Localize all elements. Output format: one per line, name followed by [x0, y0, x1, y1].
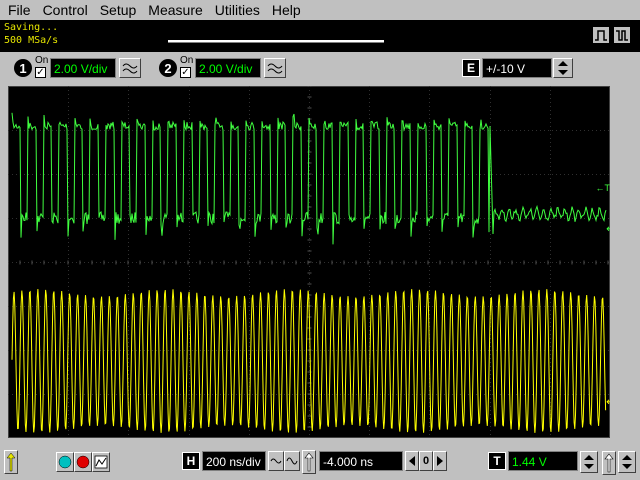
up-arrow-icon: [304, 452, 314, 472]
external-badge[interactable]: E: [462, 59, 480, 77]
status-message: Saving...: [4, 22, 59, 33]
right-arrow-icon: [437, 456, 443, 466]
channel-1-coupling-button[interactable]: [119, 58, 141, 78]
external-range-field[interactable]: +/-10 V: [482, 58, 552, 78]
stop-icon: [76, 455, 90, 469]
pulse-mode-button[interactable]: [592, 26, 610, 44]
channel-1-scale-field[interactable]: 2.00 V/div: [50, 58, 116, 78]
trigger-level-field[interactable]: 1.44 V: [508, 451, 578, 471]
trigger-level-spinner[interactable]: [580, 451, 598, 473]
spinner-arrows-icon: [622, 455, 632, 469]
waveform-mode-button[interactable]: [613, 26, 631, 44]
waveform-display[interactable]: ←T ↲ ↲: [8, 86, 610, 438]
menu-setup[interactable]: Setup: [94, 0, 143, 20]
spinner-arrows-icon: [558, 61, 568, 75]
coupling-icon: [122, 63, 138, 74]
channel-2-badge[interactable]: 2: [159, 59, 177, 77]
channel-2-coupling-button[interactable]: [264, 58, 286, 78]
trigger-slope-spinner[interactable]: [618, 451, 636, 473]
trigger-badge[interactable]: T: [488, 452, 506, 470]
stop-button[interactable]: [74, 452, 92, 472]
position-right-button[interactable]: [433, 451, 447, 471]
position-left-button[interactable]: [405, 451, 419, 471]
channel-2-scale-field[interactable]: 2.00 V/div: [195, 58, 261, 78]
horizontal-fine-button[interactable]: [268, 451, 284, 471]
spinner-arrows-icon: [584, 455, 594, 469]
single-icon: [94, 455, 108, 469]
channel-2-ground-marker: ↲: [605, 395, 610, 407]
menu-help[interactable]: Help: [266, 0, 307, 20]
menu-bar: File Control Setup Measure Utilities Hel…: [0, 0, 640, 20]
menu-utilities[interactable]: Utilities: [209, 0, 266, 20]
single-button[interactable]: [92, 452, 110, 472]
channel-1-on-checkbox[interactable]: ✓: [35, 67, 46, 78]
menu-file[interactable]: File: [0, 0, 37, 20]
wave-small-icon: [270, 458, 282, 464]
waveform-svg: ←T ↲ ↲: [8, 86, 610, 438]
left-arrow-icon: [409, 456, 415, 466]
run-icon: [58, 455, 72, 469]
sample-rate: 500 MSa/s: [4, 35, 59, 46]
up-arrow-icon: [6, 452, 16, 472]
trigger-level-arrow[interactable]: [602, 451, 616, 475]
pulse-icon: [595, 30, 607, 41]
status-area: Saving... 500 MSa/s: [0, 20, 640, 52]
coupling-icon: [267, 63, 283, 74]
horizontal-badge[interactable]: H: [182, 452, 200, 470]
menu-measure[interactable]: Measure: [142, 0, 208, 20]
horizontal-coarse-button[interactable]: [284, 451, 300, 471]
save-progress-bar: [168, 40, 384, 43]
horizontal-scale-field[interactable]: 200 ns/div: [202, 451, 266, 471]
menu-control[interactable]: Control: [37, 0, 94, 20]
external-range-spinner[interactable]: [553, 58, 573, 78]
run-button[interactable]: [56, 452, 74, 472]
reference-button[interactable]: 0: [419, 451, 433, 471]
channel-1-on-label: On: [35, 55, 49, 66]
channel-2-on-label: On: [180, 55, 194, 66]
horizontal-position-arrow[interactable]: [302, 450, 316, 474]
save-progress-fill: [168, 40, 384, 42]
trigger-arrow-button[interactable]: [4, 450, 18, 474]
up-arrow-icon: [604, 453, 614, 473]
channel-toolbar: 1 On ✓ 2.00 V/div 2 On ✓ 2.00 V/div E +/…: [0, 52, 640, 84]
horizontal-position-field[interactable]: -4.000 ns: [319, 451, 403, 471]
bottom-toolbar: H 200 ns/div -4.000 ns 0 T 1.44 V: [0, 446, 640, 480]
channel-1-badge[interactable]: 1: [14, 59, 32, 77]
trigger-level-marker: ←T: [596, 183, 611, 193]
channel-2-on-checkbox[interactable]: ✓: [180, 67, 191, 78]
waveform-icon: [616, 30, 628, 41]
channel-1-ground-marker: ↲: [605, 222, 610, 234]
wave-large-icon: [286, 457, 298, 465]
